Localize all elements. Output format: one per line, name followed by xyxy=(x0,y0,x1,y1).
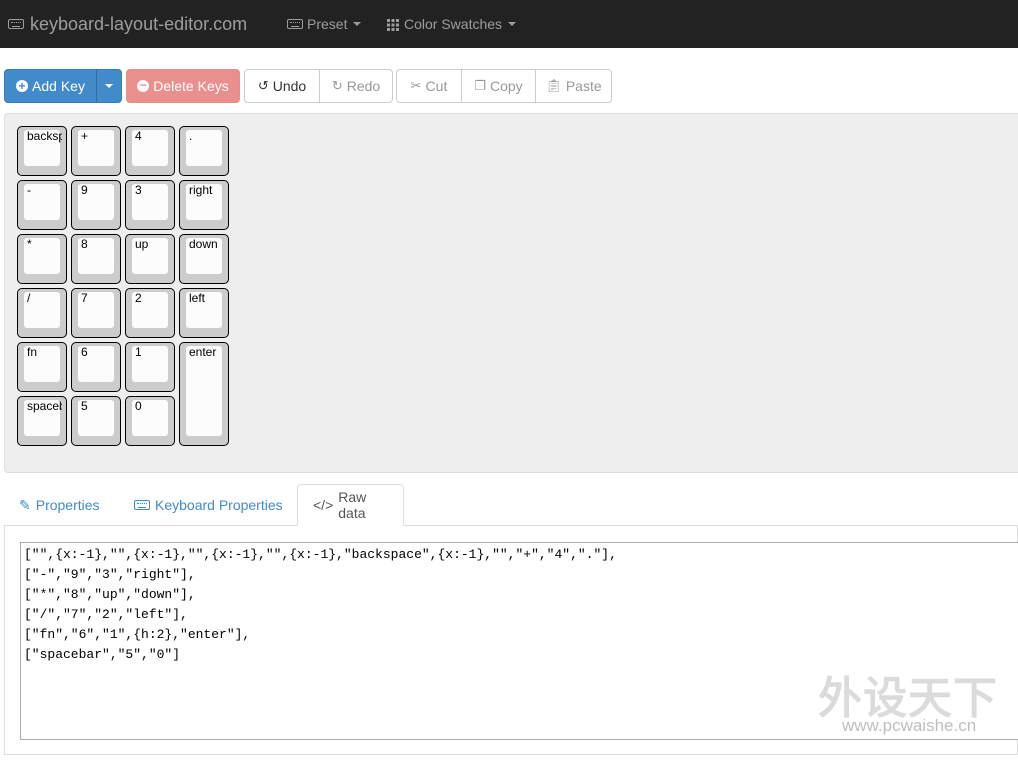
plus-circle-icon: + xyxy=(16,80,29,92)
key-label: fn xyxy=(27,345,38,359)
key-plus[interactable]: + xyxy=(71,126,121,176)
key-label: 9 xyxy=(81,183,88,197)
key-label: 4 xyxy=(135,129,142,143)
redo-icon: ↻ xyxy=(331,78,343,93)
key-spacebar[interactable]: spacebar xyxy=(17,396,67,446)
code-icon: </> xyxy=(313,497,334,513)
key-2[interactable]: 2 xyxy=(125,288,175,338)
preset-label: Preset xyxy=(307,16,348,32)
scissors-icon: ✂ xyxy=(410,78,422,93)
keyboard-icon xyxy=(134,500,150,510)
key-label: right xyxy=(189,183,213,197)
key-label: - xyxy=(27,183,31,197)
key-6[interactable]: 6 xyxy=(71,342,121,392)
key-label: 3 xyxy=(135,183,142,197)
key-label: 8 xyxy=(81,237,88,251)
key-label: 6 xyxy=(81,345,88,359)
key-asterisk[interactable]: * xyxy=(17,234,67,284)
key-right[interactable]: right xyxy=(179,180,229,230)
key-5[interactable]: 5 xyxy=(71,396,121,446)
redo-label: Redo xyxy=(346,78,381,94)
undo-icon: ↺ xyxy=(257,78,269,93)
key-fn[interactable]: fn xyxy=(17,342,67,392)
brand-title: keyboard-layout-editor.com xyxy=(30,13,248,34)
key-label: enter xyxy=(189,345,217,359)
properties-tabs: ✎ Properties Keyboard Properties </> Raw… xyxy=(4,484,1018,526)
delete-keys-button[interactable]: − Delete Keys xyxy=(126,69,240,103)
tab-properties[interactable]: ✎ Properties xyxy=(4,484,115,526)
key-backspace[interactable]: backspace xyxy=(17,126,67,176)
grid-icon xyxy=(387,18,399,31)
tab-label: Keyboard Properties xyxy=(155,497,283,513)
tab-label: Raw data xyxy=(338,489,367,521)
key-0[interactable]: 0 xyxy=(125,396,175,446)
key-label: spacebar xyxy=(27,399,62,413)
key-label: . xyxy=(189,129,193,143)
color-swatches-menu[interactable]: Color Swatches xyxy=(387,0,517,48)
add-key-dropdown-button[interactable] xyxy=(96,69,122,103)
copy-button[interactable]: ❐ Copy xyxy=(461,69,536,103)
keyboard-icon xyxy=(8,19,24,29)
key-period[interactable]: . xyxy=(179,126,229,176)
key-1[interactable]: 1 xyxy=(125,342,175,392)
key-enter[interactable]: enter xyxy=(179,342,229,446)
tab-keyboard-properties[interactable]: Keyboard Properties xyxy=(119,484,298,526)
key-3[interactable]: 3 xyxy=(125,180,175,230)
color-swatches-label: Color Swatches xyxy=(404,16,503,32)
paste-button[interactable]: 📋︎ Paste xyxy=(535,69,612,103)
key-label: 7 xyxy=(81,291,88,305)
edit-icon: ✎ xyxy=(19,496,31,513)
delete-keys-label: Delete Keys xyxy=(153,78,229,94)
navbar: keyboard-layout-editor.com Preset Color … xyxy=(0,0,1018,48)
preset-menu[interactable]: Preset xyxy=(287,0,362,48)
key-8[interactable]: 8 xyxy=(71,234,121,284)
add-key-label: Add Key xyxy=(32,78,85,94)
caret-down-icon xyxy=(353,22,362,26)
caret-down-icon xyxy=(105,84,113,88)
key-slash[interactable]: / xyxy=(17,288,67,338)
key-label: 5 xyxy=(81,399,88,413)
key-4[interactable]: 4 xyxy=(125,126,175,176)
key-label: * xyxy=(27,237,32,251)
key-label: backspace xyxy=(27,129,62,143)
key-up[interactable]: up xyxy=(125,234,175,284)
key-label: up xyxy=(135,237,149,251)
redo-button[interactable]: ↻ Redo xyxy=(319,69,393,103)
add-key-button[interactable]: + Add Key xyxy=(4,69,97,103)
raw-data-textarea[interactable]: ["",{x:-1},"",{x:-1},"",{x:-1},"",{x:-1}… xyxy=(20,542,1018,740)
key-9[interactable]: 9 xyxy=(71,180,121,230)
key-label: left xyxy=(189,291,206,305)
cut-button[interactable]: ✂ Cut xyxy=(396,69,462,103)
copy-label: Copy xyxy=(489,78,523,94)
brand[interactable]: keyboard-layout-editor.com xyxy=(8,0,247,48)
key-label: + xyxy=(81,129,89,143)
caret-down-icon xyxy=(508,22,517,26)
undo-button[interactable]: ↺ Undo xyxy=(244,69,320,103)
tab-raw-data[interactable]: </> Raw data xyxy=(297,484,404,526)
key-label: 2 xyxy=(135,291,142,305)
keyboard-icon xyxy=(287,19,303,29)
tab-label: Properties xyxy=(35,497,100,513)
minus-circle-icon: − xyxy=(137,79,150,92)
undo-label: Undo xyxy=(272,78,307,94)
paste-label: Paste xyxy=(565,78,602,94)
key-label: 1 xyxy=(135,345,142,359)
key-label: / xyxy=(27,291,31,305)
key-label: down xyxy=(189,237,218,251)
copy-icon: ❐ xyxy=(474,78,486,93)
paste-icon: 📋︎ xyxy=(545,78,562,93)
key-left[interactable]: left xyxy=(179,288,229,338)
key-minus[interactable]: - xyxy=(17,180,67,230)
cut-label: Cut xyxy=(425,78,448,94)
key-7[interactable]: 7 xyxy=(71,288,121,338)
key-label: 0 xyxy=(135,399,142,413)
key-down[interactable]: down xyxy=(179,234,229,284)
